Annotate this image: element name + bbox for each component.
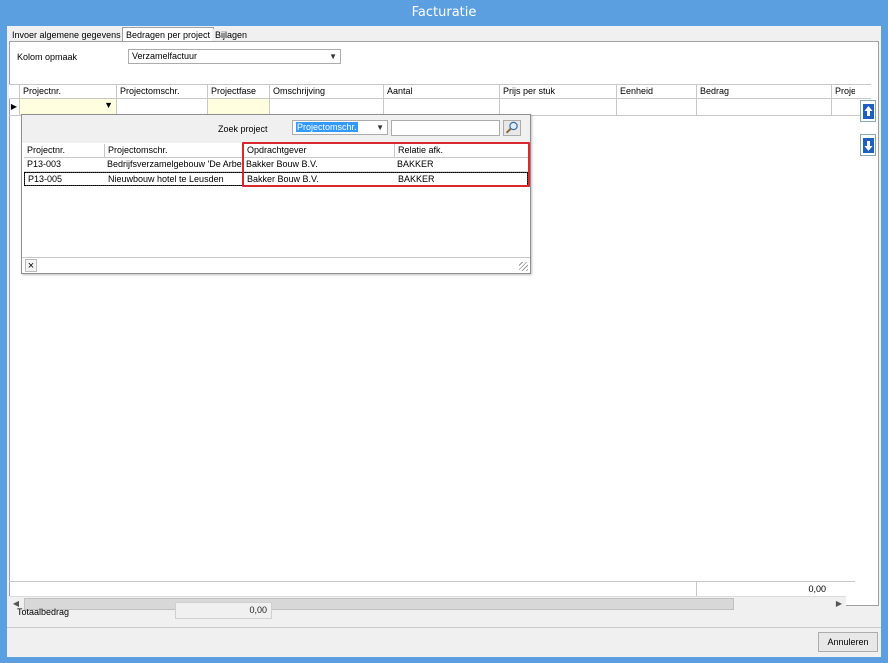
search-field-select[interactable]: Projectomschr. ▼ bbox=[292, 120, 388, 135]
projectomschr-cell[interactable] bbox=[116, 99, 207, 115]
grid-header: Projectnr. Projectomschr. Projectfase Om… bbox=[9, 84, 871, 99]
highlight-annotation-box bbox=[242, 142, 530, 187]
grid-col-projectfase[interactable]: Projectfase bbox=[207, 85, 269, 99]
prijs-cell[interactable] bbox=[499, 99, 616, 115]
horizontal-scrollbar[interactable]: ◀ ▶ bbox=[9, 596, 846, 611]
kolom-opmaak-label: Kolom opmaak bbox=[17, 52, 78, 62]
arrow-down-icon bbox=[863, 138, 874, 153]
row-projectnr: P13-003 bbox=[27, 159, 62, 169]
grid-col-projectnr[interactable]: Projectnr. bbox=[19, 85, 116, 99]
bedrag-cell[interactable] bbox=[696, 99, 831, 115]
grid-col-eenheid[interactable]: Eenheid bbox=[616, 85, 696, 99]
search-button[interactable] bbox=[503, 120, 521, 136]
row-projectomschr: Bedrijfsverzamelgebouw 'De Arbeid' bbox=[107, 159, 243, 169]
project-lookup-popup: Zoek project Projectomschr. ▼ Projectnr.… bbox=[21, 114, 531, 274]
projectfase-cell[interactable] bbox=[207, 99, 269, 115]
chevron-down-icon: ▼ bbox=[376, 123, 384, 132]
aantal-cell[interactable] bbox=[383, 99, 499, 115]
popup-col-projectnr[interactable]: Projectnr. bbox=[24, 144, 104, 158]
client-area: Invoer algemene gegevens Bedragen per pr… bbox=[7, 26, 881, 657]
close-icon[interactable]: × bbox=[25, 259, 37, 272]
totaalbedrag-label: Totaalbedrag bbox=[17, 607, 70, 617]
grid-total-value: 0,00 bbox=[696, 582, 830, 596]
popup-col-projectomschr[interactable]: Projectomschr. bbox=[104, 144, 243, 158]
tab-panel: Kolom opmaak Verzamelfactuur ▼ Projectnr… bbox=[9, 41, 879, 611]
zoek-project-label: Zoek project bbox=[218, 124, 268, 134]
chevron-down-icon: ▼ bbox=[104, 100, 113, 110]
row-indicator-icon: ▶ bbox=[10, 102, 18, 111]
proje-cell[interactable] bbox=[831, 99, 855, 115]
chevron-down-icon: ▼ bbox=[329, 52, 337, 61]
row-projectomschr: Nieuwbouw hotel te Leusden bbox=[108, 174, 224, 184]
app-window: Facturatie Invoer algemene gegevens Bedr… bbox=[0, 0, 888, 663]
footer-divider bbox=[7, 627, 881, 628]
search-input[interactable] bbox=[391, 120, 500, 136]
kolom-opmaak-value: Verzamelfactuur bbox=[132, 51, 198, 61]
scroll-right-icon[interactable]: ▶ bbox=[832, 597, 846, 611]
grid-col-aantal[interactable]: Aantal bbox=[383, 85, 499, 99]
cancel-button[interactable]: Annuleren bbox=[818, 632, 878, 652]
totaalbedrag-value: 0,00 bbox=[175, 602, 272, 619]
move-down-button[interactable] bbox=[860, 134, 876, 156]
window-title: Facturatie bbox=[411, 5, 477, 20]
arrow-up-icon bbox=[863, 104, 874, 119]
resize-grip-icon[interactable] bbox=[519, 262, 528, 271]
grid-col-proje[interactable]: Proje bbox=[831, 85, 855, 99]
popup-footer: × bbox=[22, 257, 530, 273]
kolom-opmaak-select[interactable]: Verzamelfactuur ▼ bbox=[128, 49, 341, 64]
grid-col-prijs-per-stuk[interactable]: Prijs per stuk bbox=[499, 85, 616, 99]
grid-col-omschrijving[interactable]: Omschrijving bbox=[269, 85, 383, 99]
search-field-value: Projectomschr. bbox=[296, 122, 358, 132]
scroll-thumb[interactable] bbox=[24, 598, 734, 610]
projectnr-cell-dropdown[interactable]: ▼ bbox=[19, 99, 116, 115]
move-up-button[interactable] bbox=[860, 100, 876, 122]
grid-col-bedrag[interactable]: Bedrag bbox=[696, 85, 831, 99]
row-projectnr: P13-005 bbox=[28, 174, 63, 184]
eenheid-cell[interactable] bbox=[616, 99, 696, 115]
omschrijving-cell[interactable] bbox=[269, 99, 383, 115]
grid-total-row: 0,00 bbox=[9, 581, 855, 596]
popup-search-bar: Zoek project Projectomschr. ▼ bbox=[22, 115, 530, 143]
grid-col-projectomschr[interactable]: Projectomschr. bbox=[116, 85, 207, 99]
search-icon bbox=[505, 121, 518, 134]
